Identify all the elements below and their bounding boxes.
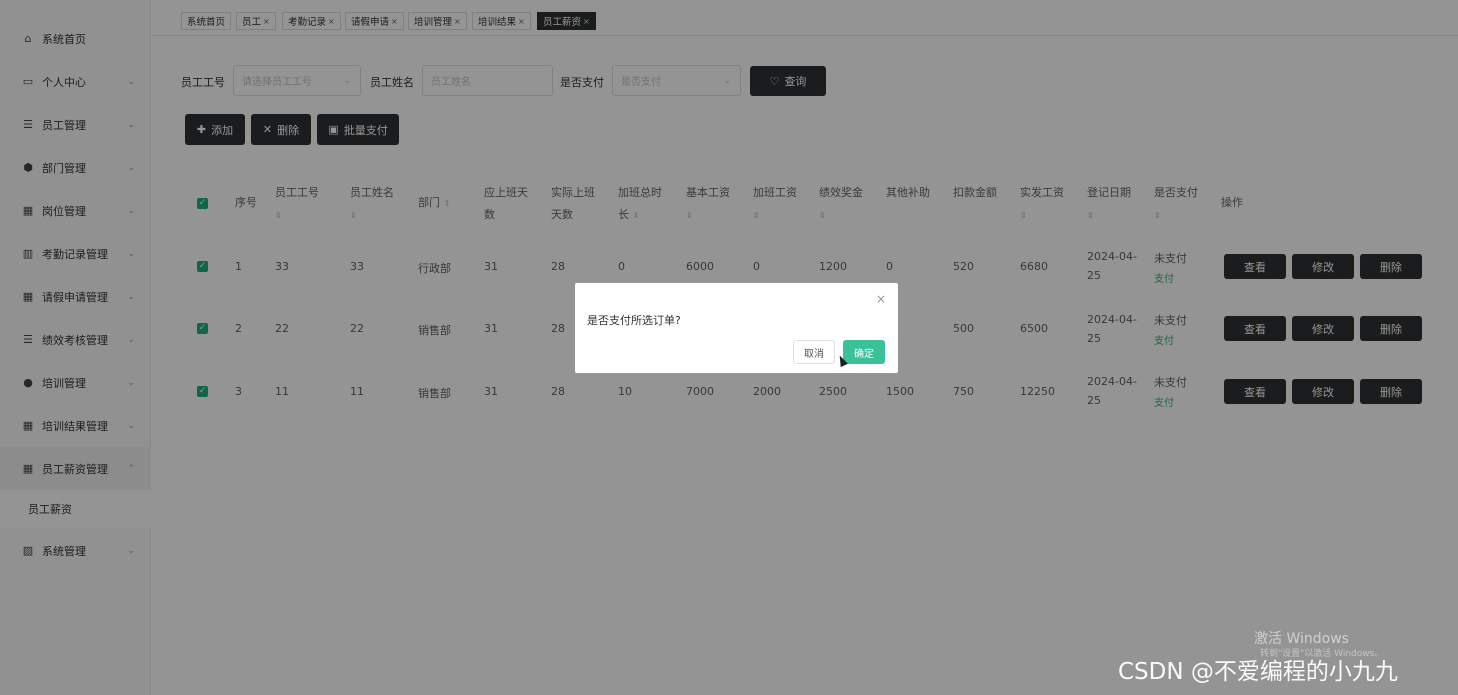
windows-activation-watermark: 激活 Windows xyxy=(1254,631,1349,647)
dialog-message: 是否支付所选订单? xyxy=(587,314,681,327)
confirm-dialog: × 是否支付所选订单? 取消 确定 xyxy=(575,283,898,373)
confirm-button[interactable]: 确定 xyxy=(843,340,885,364)
cancel-button[interactable]: 取消 xyxy=(793,340,835,364)
close-icon[interactable]: × xyxy=(876,292,886,306)
csdn-watermark: CSDN @不爱编程的小九九 xyxy=(1118,659,1398,685)
